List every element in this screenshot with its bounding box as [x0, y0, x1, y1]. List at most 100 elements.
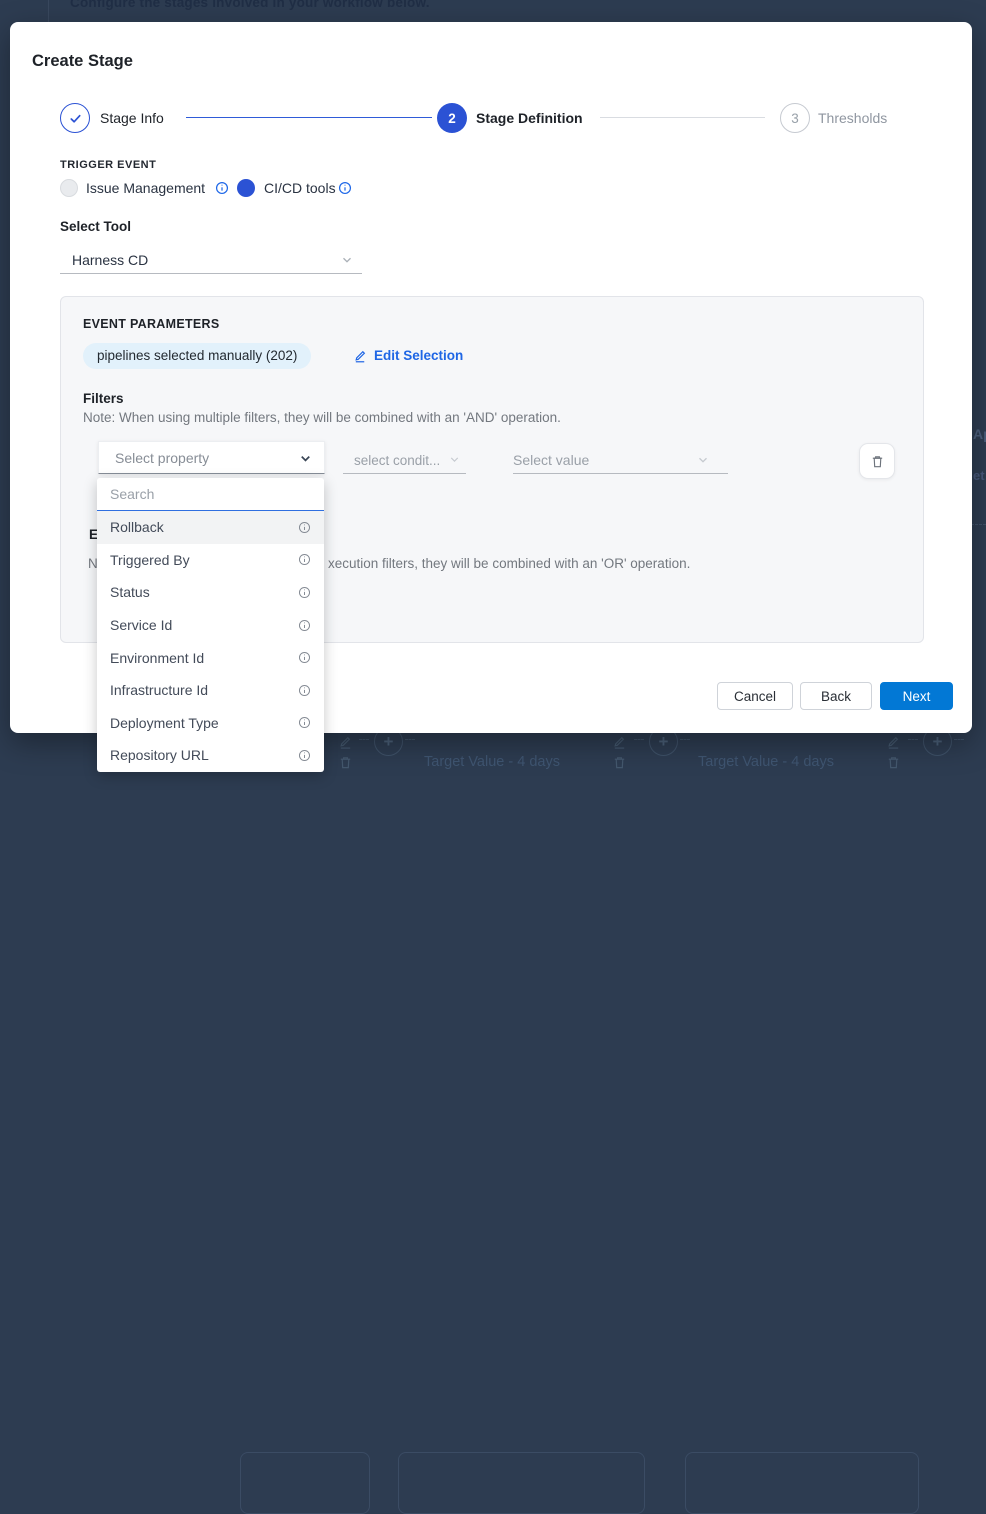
info-icon[interactable]: [298, 749, 311, 762]
background-right-fragment: et: [973, 468, 985, 483]
background-card: [685, 1452, 919, 1514]
dropdown-item-label: Repository URL: [110, 747, 209, 763]
dropdown-item-rollback[interactable]: Rollback: [97, 511, 324, 544]
connector-dash: [634, 739, 644, 740]
trash-icon: [870, 454, 885, 469]
dropdown-item-repository-url[interactable]: Repository URL: [97, 739, 324, 772]
trigger-event-options: Issue Management CI/CD tools: [60, 179, 460, 199]
select-condition-placeholder: select condit...: [354, 453, 440, 468]
chevron-down-icon: [298, 451, 312, 465]
dropdown-item-environment-id[interactable]: Environment Id: [97, 641, 324, 674]
dropdown-item-triggered-by[interactable]: Triggered By: [97, 544, 324, 577]
select-tool-label: Select Tool: [60, 219, 131, 234]
stepper-connector: [186, 117, 432, 118]
background-right-dash: [971, 524, 986, 525]
step-number: 3: [791, 111, 799, 126]
select-tool-value: Harness CD: [72, 252, 148, 268]
step-stage-info[interactable]: [60, 103, 90, 133]
info-icon[interactable]: [298, 553, 311, 566]
dropdown-item-label: Status: [110, 584, 150, 600]
select-value-dropdown[interactable]: Select value: [513, 447, 728, 474]
dropdown-item-label: Service Id: [110, 617, 172, 633]
background-banner-text: Configure the stages involved in your wo…: [70, 0, 430, 10]
property-search-input[interactable]: [97, 478, 324, 511]
stepper: Stage Info 2 Stage Definition 3 Threshol…: [10, 103, 972, 133]
select-tool-dropdown[interactable]: Harness CD: [60, 246, 362, 274]
next-button-label: Next: [903, 689, 931, 704]
dropdown-item-label: Deployment Type: [110, 715, 219, 731]
trash-icon: [338, 755, 353, 770]
step-number: 2: [448, 111, 456, 126]
connector-dash: [359, 739, 369, 740]
dropdown-item-infrastructure-id[interactable]: Infrastructure Id: [97, 674, 324, 707]
dropdown-item-label: Rollback: [110, 519, 164, 535]
select-property-dropdown[interactable]: Select property: [98, 441, 325, 474]
info-icon[interactable]: [298, 651, 311, 664]
edit-icon: [886, 734, 901, 749]
filters-note: Note: When using multiple filters, they …: [83, 410, 561, 425]
radio-issue-management-label[interactable]: Issue Management: [86, 180, 205, 196]
edit-icon: [353, 348, 368, 363]
step-thresholds-label[interactable]: Thresholds: [818, 110, 887, 126]
connector-dash: [405, 739, 415, 740]
connector-dash: [908, 739, 918, 740]
trigger-event-heading: TRIGGER EVENT: [60, 159, 156, 171]
info-icon[interactable]: [215, 181, 229, 195]
background-card-label: Target Value - 4 days: [698, 754, 834, 770]
background-top-band: Configure the stages involved in your wo…: [0, 0, 986, 22]
cancel-button[interactable]: Cancel: [717, 682, 793, 710]
next-button[interactable]: Next: [880, 682, 953, 710]
connector-dash: [680, 739, 690, 740]
select-value-placeholder: Select value: [513, 452, 589, 468]
edit-icon: [338, 734, 353, 749]
execution-note-fragment-right: xecution filters, they will be combined …: [328, 556, 690, 571]
select-property-placeholder: Select property: [115, 450, 209, 466]
info-icon[interactable]: [298, 684, 311, 697]
check-icon: [68, 111, 83, 126]
stepper-connector: [600, 117, 765, 118]
dropdown-item-service-id[interactable]: Service Id: [97, 609, 324, 642]
radio-cicd-tools-label[interactable]: CI/CD tools: [264, 180, 336, 196]
trash-icon: [612, 755, 627, 770]
step-thresholds[interactable]: 3: [780, 103, 810, 133]
cancel-button-label: Cancel: [734, 689, 776, 704]
back-button[interactable]: Back: [800, 682, 872, 710]
radio-cicd-tools[interactable]: [237, 179, 255, 197]
back-button-label: Back: [821, 689, 851, 704]
step-stage-definition-label[interactable]: Stage Definition: [476, 110, 583, 126]
modal-title: Create Stage: [32, 52, 133, 71]
connector-dash: [954, 739, 964, 740]
delete-filter-button[interactable]: [859, 443, 895, 479]
screen: { "background": { "top_banner": "Configu…: [0, 0, 986, 794]
step-stage-definition[interactable]: 2: [437, 103, 467, 133]
filters-heading: Filters: [83, 391, 124, 406]
edit-selection-link[interactable]: Edit Selection: [353, 348, 463, 363]
background-card: [398, 1452, 645, 1514]
chevron-down-icon: [340, 253, 354, 267]
edit-icon: [612, 734, 627, 749]
background-card-edge: [48, 0, 49, 22]
trash-icon: [886, 755, 901, 770]
property-dropdown-popover: Rollback Triggered By Status Service Id …: [97, 478, 324, 772]
dropdown-item-label: Triggered By: [110, 552, 190, 568]
chevron-down-icon: [696, 453, 710, 467]
step-stage-info-label[interactable]: Stage Info: [100, 110, 164, 126]
info-icon[interactable]: [298, 716, 311, 729]
dropdown-item-status[interactable]: Status: [97, 576, 324, 609]
background-card-label: Target Value - 4 days: [424, 754, 560, 770]
background-right-fragment: Ap: [973, 426, 986, 442]
dropdown-item-label: Infrastructure Id: [110, 682, 208, 698]
background-card: [240, 1452, 370, 1514]
info-icon[interactable]: [338, 181, 352, 195]
radio-issue-management[interactable]: [60, 179, 78, 197]
dropdown-item-label: Environment Id: [110, 650, 204, 666]
info-icon[interactable]: [298, 619, 311, 632]
select-condition-dropdown[interactable]: select condit...: [343, 447, 466, 474]
info-icon[interactable]: [298, 586, 311, 599]
edit-selection-label: Edit Selection: [374, 348, 463, 363]
event-parameters-heading: EVENT PARAMETERS: [83, 317, 220, 331]
dropdown-item-deployment-type[interactable]: Deployment Type: [97, 707, 324, 740]
selection-chip: pipelines selected manually (202): [83, 343, 311, 369]
chevron-down-icon: [448, 453, 462, 467]
info-icon[interactable]: [298, 521, 311, 534]
